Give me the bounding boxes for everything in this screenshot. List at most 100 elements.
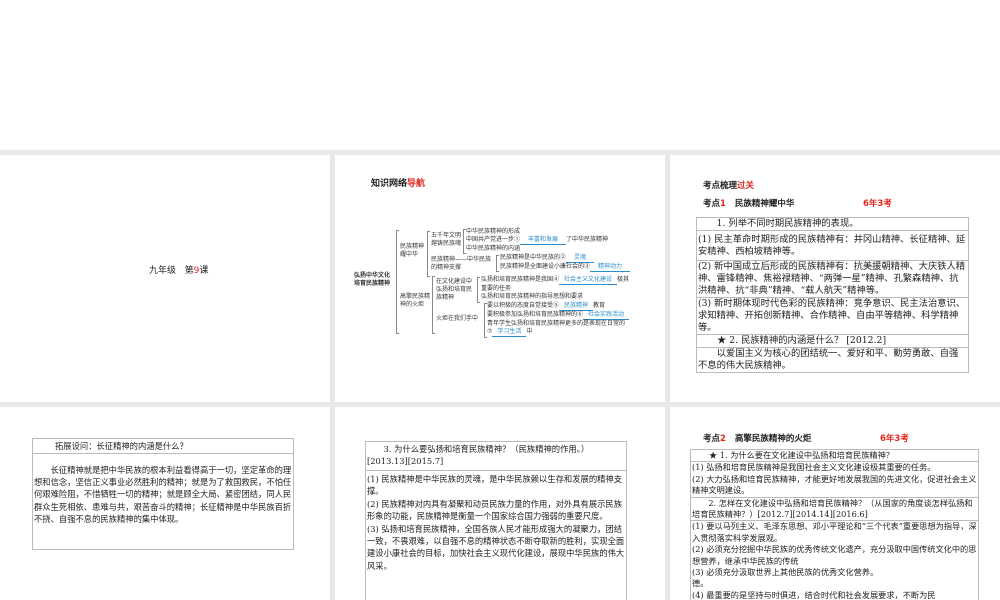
label: 高擎民族精: [400, 293, 431, 300]
label: 耀中华: [400, 251, 419, 258]
item-text: 弘扬和培育民族精神是我国④: [481, 276, 560, 283]
question-box: 拓展设问：长征精神的内涵是什么？ 长征精神就是把中华民族的根本利益看得高于一切，…: [32, 438, 294, 550]
table-row: 1. 列举不同时期民族精神的表现。: [696, 217, 969, 231]
slide-thumbnail-3[interactable]: 考点梳理过关 考点1 民族精神耀中华 6年3考 1. 列举不同时期民族精神的表现…: [670, 155, 1000, 402]
item: 弘扬和培育民族精神是我国④ 社会主义文化建设 极其: [481, 276, 629, 285]
table-row: (3) 新时期体现时代色彩的民族精神：竞争意识、民主法治意识、求知精神、开拓创新…: [696, 297, 969, 335]
answer-blank: 丰富和发展: [520, 236, 567, 245]
root-line: 培育民族精神: [354, 280, 391, 287]
answer-text: 长征精神就是把中华民族的根本利益看得高于一切，坚定革命的理想和信念，坚信正义事业…: [34, 465, 292, 524]
title-part: 知识网络: [371, 179, 408, 189]
lesson-title: 九年级 第9课: [149, 263, 208, 276]
root-line: 弘扬中华文化: [354, 272, 391, 279]
slide-thumbnail-1[interactable]: 九年级 第9课: [0, 155, 330, 402]
lesson-prefix: 第: [184, 266, 194, 276]
label: 的精神支撑: [431, 264, 462, 271]
question-header: 拓展设问：长征精神的内涵是什么？: [33, 439, 293, 454]
item-text: 要积极参加弘扬和培育民族精神的⑥: [487, 311, 584, 318]
answer-item: (3) 弘扬和培育民族精神，全国各族人民才能形成强大的凝聚力，团结一致，不畏艰难…: [367, 523, 625, 571]
answer-blank: 精神动力: [590, 263, 631, 272]
branch-2a-items: 弘扬和培育民族精神是我国④ 社会主义文化建设 极其 重要的任务 弘扬和培育民族精神的…: [481, 276, 629, 301]
kp-label: 考点: [703, 434, 721, 444]
kp-title: 高擎民族精神的火炬: [734, 434, 812, 444]
table-row: ★ 2. 民族精神的内涵是什么？ [2012.2]: [696, 334, 969, 348]
branch-1b-items: 民族精神是中华民族的② 灵魂 民族精神是全面建设小康社会的③ 精神动力: [500, 254, 631, 272]
label: 弘扬和培育民: [436, 286, 473, 293]
answer-item: (2) 必须充分挖掘中华民族的优秀传统文化遗产，充分汲取中国传统文化中的思想营养…: [692, 544, 977, 566]
lesson-suffix: 课: [199, 266, 209, 276]
content-table: ★ 1. 为什么要在文化建设中弘扬和培育民族精神？ (1) 弘扬和培育民族精神是…: [690, 448, 979, 600]
answer-blank: 民族精神: [559, 302, 594, 311]
item-text: 极其: [617, 276, 630, 283]
answer-row: (1) 弘扬和培育民族精神是我国社会主义文化建设极其重要的任务。 (2) 大力弘扬…: [690, 461, 979, 498]
branch-2a: 在文化建设中 弘扬和培育民 族精神: [436, 278, 472, 302]
answer-item: (3) 必须充分汲取世界上其他民族的优秀文化营养。: [692, 567, 879, 578]
question-row: ★ 1. 为什么要在文化建设中弘扬和培育民族精神？: [690, 448, 979, 463]
answer-item: (1) 要以马列主义、毛泽东思想、邓小平理论和“三个代表”重要思想为指导，深入贯…: [692, 521, 977, 543]
item: 要以积极的态度自觉接受⑤ 民族精神 教育: [487, 302, 629, 311]
slide-thumbnail-5[interactable]: 3. 为什么要弘扬和培育民族精神？（民族精神的作用。）[2013.13][201…: [335, 407, 665, 600]
answer-item: (1) 弘扬和培育民族精神是我国社会主义文化建设极其重要的任务。: [692, 462, 936, 473]
item-text: 民族精神是全面建设小康社会的③: [500, 263, 591, 270]
label: 熔铸民族魂: [431, 240, 462, 247]
answer-blank: 社会主义文化建设: [559, 276, 618, 285]
branch-1b: 民族精神——中华民族 的精神支撑: [431, 256, 491, 272]
item-text: 了中华民族精神: [566, 236, 609, 243]
table-row: (2) 新中国成立后形成的民族精神有：抗美援朝精神、大庆铁人精神、雷锋精神、焦裕…: [696, 260, 969, 298]
item: 民族精神是全面建设小康社会的③ 精神动力: [500, 263, 631, 272]
answer-row: (1) 要以马列主义、毛泽东思想、邓小平理论和“三个代表”重要思想为指导，深入贯…: [690, 520, 979, 600]
kp-title: 民族精神耀中华: [734, 199, 795, 209]
kp-number: 1: [720, 199, 726, 209]
branch-1a-items: 中华民族精神的形成 中国共产党进一步① 丰富和发展 了中华民族精神 中华民族精神的内…: [466, 228, 608, 253]
exam-frequency: 6年3考: [880, 434, 909, 444]
question-row: 2. 怎样在文化建设中弘扬和培育民族精神？（从国家的角度谈怎样弘扬和培育民族精神…: [690, 496, 979, 522]
answer-item: (2) 大力弘扬和培育民族精神，才能更好地发展我国的先进文化，促进社会主义精神文…: [692, 473, 977, 496]
label: 五千年文明: [431, 232, 462, 239]
title-highlight: 过关: [737, 181, 755, 191]
label: 神的火炬: [400, 301, 425, 308]
item: 弘扬和培育民族精神的指导思想和要求: [481, 293, 584, 300]
item: 中华民族精神的形成: [466, 228, 521, 235]
slide-thumbnail-4[interactable]: 拓展设问：长征精神的内涵是什么？ 长征精神就是把中华民族的根本利益看得高于一切，…: [0, 407, 330, 600]
item-text: 要以积极的态度自觉接受⑤: [487, 302, 560, 309]
kaodian-heading: 考点2 高擎民族精神的火炬: [703, 432, 811, 444]
branch-2: 高擎民族精 神的火炬: [400, 293, 430, 309]
item: 青年学生弘扬和培育民族精神更多的是表现在日常的: [487, 320, 626, 327]
label: 民族精神: [400, 243, 425, 250]
exam-frequency: 6年3考: [863, 199, 892, 209]
item: ⑦ 学习生活中: [487, 328, 629, 337]
title-part: 考点梳理: [703, 181, 738, 191]
label: 民族精神——中华民族: [431, 256, 492, 263]
brace: [432, 276, 435, 334]
item: 中国共产党进一步① 丰富和发展 了中华民族精神: [466, 236, 608, 245]
item: 民族精神是中华民族的② 灵魂: [500, 254, 630, 263]
kp-number: 2: [720, 434, 726, 444]
kp-label: 考点: [703, 199, 721, 209]
answer-item: (4) 最重要的是坚持与时俱进，结合时代和社会发展要求，不断为民: [692, 589, 936, 600]
item: 重要的任务: [481, 285, 512, 292]
answer-blank: 灵魂: [566, 254, 595, 263]
kaodian-heading: 考点1 民族精神耀中华: [703, 197, 794, 209]
content-table: 1. 列举不同时期民族精神的表现。 (1) 民主革命时期形成的民族精神有：井冈山…: [696, 217, 969, 373]
item-text: 民族精神是中华民族的②: [500, 254, 567, 261]
answer-list: (1) 民族精神是中华民族的灵魂，是中华民族赖以生存和发展的精神支撑。 (2) …: [366, 471, 626, 574]
brace: [396, 230, 399, 334]
item: 中华民族精神的内涵: [466, 245, 521, 252]
branch-2b-items: 要以积极的态度自觉接受⑤ 民族精神 教育 要积极参加弘扬和培育民族精神的⑥ 社会实践活…: [487, 302, 630, 337]
item: 要积极参加弘扬和培育民族精神的⑥ 社会实践活动: [487, 311, 630, 320]
title-highlight: 导航: [407, 179, 426, 189]
question-header: 3. 为什么要弘扬和培育民族精神？（民族精神的作用。）[2013.13][201…: [366, 442, 626, 471]
item-text: 中: [526, 328, 533, 335]
slide-thumbnail-2[interactable]: 知识网络导航 弘扬中华文化 培育民族精神 民族精神 耀中华 高擎民族精 神的火炬 五千…: [335, 155, 665, 402]
label: 族精神: [436, 294, 455, 301]
answer-item: 德。: [692, 578, 709, 589]
branch-1a: 五千年文明 熔铸民族魂: [431, 232, 461, 248]
answer-blank: 学习生活: [492, 328, 527, 337]
grade-text: 九年级: [149, 266, 177, 276]
table-row: 以爱国主义为核心的团结统一、爱好和平、勤劳勇敢、自强不息的伟大民族精神。: [696, 347, 969, 373]
item-text: 教育: [593, 302, 606, 309]
slide-thumbnail-6[interactable]: 考点2 高擎民族精神的火炬 6年3考 ★ 1. 为什么要在文化建设中弘扬和培育民…: [670, 407, 1000, 600]
brace: [477, 277, 480, 303]
label: 在文化建设中: [436, 278, 473, 285]
answer-item: (1) 民族精神是中华民族的灵魂，是中华民族赖以生存和发展的精神支撑。: [367, 474, 623, 497]
